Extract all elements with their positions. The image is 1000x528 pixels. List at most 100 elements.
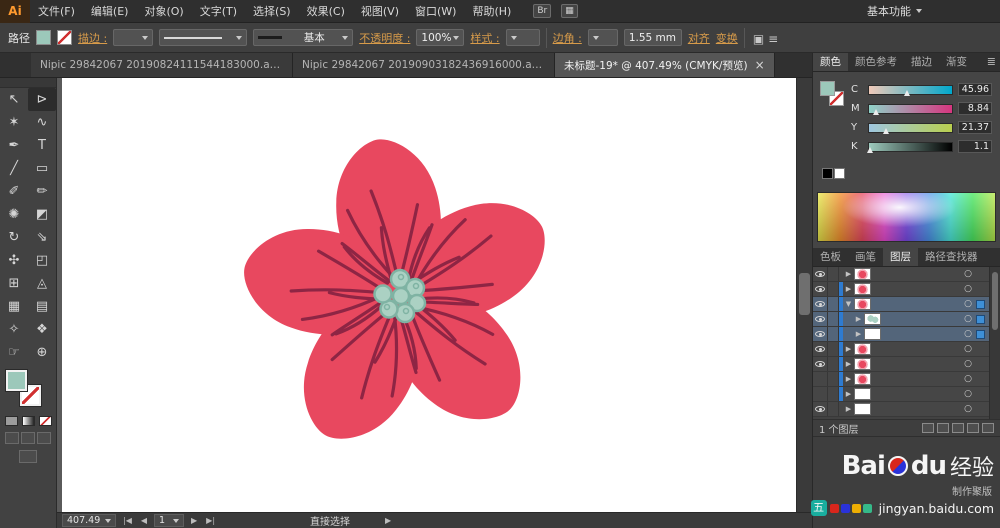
width-profile-select[interactable] [159,29,248,46]
menubar-item[interactable]: 文件(F) [30,0,83,23]
document-tab[interactable]: Nipic 29842067 20190824111544183000.ai* … [31,53,293,77]
visibility-toggle[interactable] [813,357,828,371]
corner-type-select[interactable] [587,29,618,46]
channel-value-input[interactable]: 1.1 [958,140,992,153]
layer-row[interactable]: ▶ ○ [813,312,989,327]
style-link[interactable]: 样式 : [470,30,499,46]
visibility-toggle[interactable] [813,297,828,311]
disclosure-triangle[interactable]: ▶ [843,285,854,293]
free-transform-tool[interactable]: ◰ [28,249,56,272]
width-tool[interactable]: ✣ [0,249,28,272]
gradient-tool[interactable]: ▤ [28,295,56,318]
hand-tool[interactable]: ☞ [0,341,28,364]
none-mode-button[interactable] [38,416,52,426]
target-circle[interactable]: ○ [964,269,972,279]
arrange-documents-icon[interactable]: ▦ [561,4,578,18]
opacity-select[interactable]: 100% [416,29,465,46]
align-link[interactable]: 对齐 [688,30,710,46]
type-tool[interactable]: T [28,134,56,157]
artboard[interactable] [62,78,796,512]
select-similar-icon[interactable]: ▣ [751,32,766,46]
paintbrush-tool[interactable]: ✐ [0,180,28,203]
flower-artwork[interactable] [210,106,590,486]
clip-mask-icon[interactable] [937,423,949,433]
layer-thumbnail[interactable] [854,283,871,295]
lasso-tool[interactable]: ∿ [28,111,56,134]
lock-toggle[interactable] [828,372,839,386]
rectangle-tool[interactable]: ▭ [28,157,56,180]
magic-wand-tool[interactable]: ✶ [0,111,28,134]
tab-color-guide[interactable]: 颜色参考 [848,53,904,71]
layer-thumbnail[interactable] [854,343,871,355]
layer-thumbnail[interactable] [854,358,871,370]
slider-handle[interactable] [867,146,874,153]
lock-toggle[interactable] [828,387,839,401]
disclosure-triangle[interactable]: ▼ [843,300,854,308]
draw-inside-button[interactable] [37,432,51,444]
menubar-item[interactable]: 窗口(W) [407,0,464,23]
visibility-toggle[interactable] [813,372,828,386]
layer-thumbnail[interactable] [854,388,871,400]
lock-toggle[interactable] [828,282,839,296]
target-circle[interactable]: ○ [964,404,972,414]
target-circle[interactable]: ○ [964,299,972,309]
zoom-level-select[interactable]: 407.49 [62,514,116,527]
visibility-toggle[interactable] [813,282,828,296]
tab-color[interactable]: 颜色 [813,53,848,71]
line-tool[interactable]: ╱ [0,157,28,180]
menubar-item[interactable]: 选择(S) [245,0,299,23]
last-artboard-button[interactable]: ▶| [204,516,217,525]
color-slider-track[interactable] [868,122,953,134]
layer-row[interactable]: ▼ ○ [813,297,989,312]
lock-toggle[interactable] [828,327,839,341]
gradient-mode-button[interactable] [21,416,35,426]
color-slider-track[interactable] [867,141,953,153]
visibility-toggle[interactable] [813,342,828,356]
disclosure-triangle[interactable]: ▶ [843,360,854,368]
color-slider-track[interactable] [868,103,953,115]
fill-chip[interactable] [820,81,835,96]
channel-value-input[interactable]: 8.84 [958,102,992,115]
tab-stroke[interactable]: 描边 [904,53,939,71]
visibility-toggle[interactable] [813,387,828,401]
lock-toggle[interactable] [828,297,839,311]
fill-swatch[interactable] [5,369,28,392]
lock-toggle[interactable] [828,402,839,416]
scrollbar-thumb[interactable] [799,273,810,315]
menubar-item[interactable]: 编辑(E) [83,0,137,23]
scale-tool[interactable]: ⇘ [28,226,56,249]
perspective-grid-tool[interactable]: ◬ [28,272,56,295]
layer-row[interactable]: ▶ ○ [813,372,989,387]
target-circle[interactable]: ○ [964,389,972,399]
new-sublayer-icon[interactable] [952,423,964,433]
tab-brushes[interactable]: 画笔 [848,248,883,266]
prev-artboard-button[interactable]: ◀ [139,516,149,525]
tools-panel-header[interactable] [0,78,56,88]
corner-link[interactable]: 边角 : [553,30,582,46]
lock-toggle[interactable] [828,267,839,281]
menubar-item[interactable]: 效果(C) [299,0,353,23]
slider-handle[interactable] [882,127,889,134]
fill-color-swatch[interactable] [36,30,51,45]
layer-row[interactable]: ▶ ○ [813,357,989,372]
document-tab[interactable]: Nipic 29842067 20190903182436916000.ai @… [293,53,555,77]
draw-behind-button[interactable] [21,432,35,444]
layer-row[interactable]: ▶ ○ [813,342,989,357]
menubar-item[interactable]: 文字(T) [192,0,245,23]
layers-scrollbar-thumb[interactable] [992,272,998,330]
brush-definition-select[interactable]: 基本 [253,29,354,46]
tab-layers[interactable]: 图层 [883,248,918,266]
blob-brush-tool[interactable]: ✺ [0,203,28,226]
black-swatch[interactable] [822,168,833,179]
layer-row[interactable]: ▶ ○ [813,327,989,342]
next-artboard-button[interactable]: ▶ [189,516,199,525]
canvas-area[interactable] [57,78,812,512]
screen-mode-button[interactable] [19,450,37,463]
layer-row[interactable]: ▶ ○ [813,267,989,282]
panel-menu-icon[interactable]: ≣ [987,55,996,68]
stroke-color-swatch[interactable] [57,30,72,45]
blend-tool[interactable]: ❖ [28,318,56,341]
menubar-item[interactable]: 视图(V) [353,0,407,23]
transform-link[interactable]: 变换 [716,30,738,46]
layer-row[interactable]: ▶ ○ [813,282,989,297]
